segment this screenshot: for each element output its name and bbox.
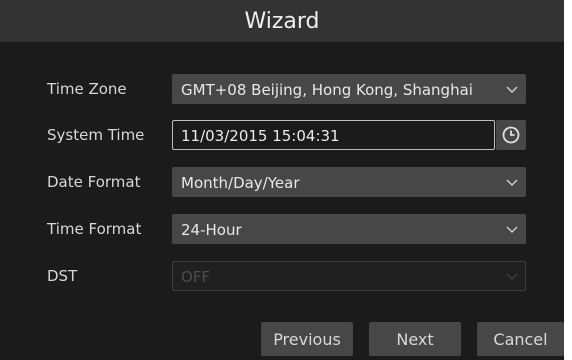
date-format-select[interactable]: Month/Day/Year	[172, 167, 526, 197]
chevron-down-icon	[506, 179, 518, 186]
time-zone-row: Time Zone GMT+08 Beijing, Hong Kong, Sha…	[0, 74, 564, 104]
wizard-body: Time Zone GMT+08 Beijing, Hong Kong, Sha…	[0, 42, 564, 360]
dst-value: OFF	[181, 268, 211, 286]
dst-label: DST	[47, 267, 78, 285]
date-format-row: Date Format Month/Day/Year	[0, 167, 564, 197]
clock-icon	[502, 126, 520, 144]
next-button[interactable]: Next	[369, 322, 461, 356]
dst-row: DST OFF	[0, 261, 564, 291]
chevron-down-icon	[506, 86, 518, 93]
dst-select: OFF	[172, 261, 526, 291]
time-zone-label: Time Zone	[47, 80, 127, 98]
time-zone-select[interactable]: GMT+08 Beijing, Hong Kong, Shanghai	[172, 74, 526, 104]
dialog-title: Wizard	[244, 8, 320, 34]
cancel-button[interactable]: Cancel	[477, 322, 564, 356]
previous-button[interactable]: Previous	[261, 322, 353, 356]
date-format-value: Month/Day/Year	[181, 174, 300, 192]
system-time-row: System Time 11/03/2015 15:04:31	[0, 120, 564, 150]
chevron-down-icon	[506, 273, 518, 280]
time-zone-value: GMT+08 Beijing, Hong Kong, Shanghai	[181, 81, 473, 99]
wizard-dialog: Wizard Time Zone GMT+08 Beijing, Hong Ko…	[0, 0, 564, 360]
page-margin	[564, 0, 572, 360]
clock-button[interactable]	[496, 120, 526, 150]
date-format-label: Date Format	[47, 173, 141, 191]
time-format-value: 24-Hour	[181, 221, 242, 239]
time-format-select[interactable]: 24-Hour	[172, 214, 526, 244]
system-time-label: System Time	[47, 126, 145, 144]
chevron-down-icon	[506, 226, 518, 233]
dialog-titlebar: Wizard	[0, 0, 564, 42]
system-time-input[interactable]: 11/03/2015 15:04:31	[172, 120, 495, 150]
time-format-label: Time Format	[47, 220, 142, 238]
time-format-row: Time Format 24-Hour	[0, 214, 564, 244]
